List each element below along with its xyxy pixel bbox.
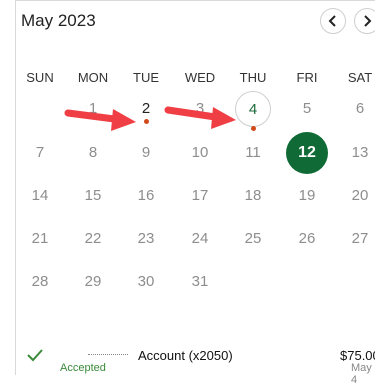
transaction-date: May 4	[351, 362, 372, 386]
transaction-status: Accepted	[60, 362, 106, 374]
annotation-arrow-to-day-4	[164, 106, 236, 129]
transaction-amount: $75.00	[340, 348, 375, 363]
transaction-row[interactable]: Accepted Account (x2050) $75.00 May 4	[0, 340, 375, 386]
checkmark-icon	[27, 349, 43, 362]
transaction-description: Account (x2050)	[138, 348, 233, 363]
redacted-text-mark	[88, 354, 128, 358]
annotation-arrows	[64, 106, 236, 131]
annotation-arrow-to-day-2	[64, 109, 136, 131]
